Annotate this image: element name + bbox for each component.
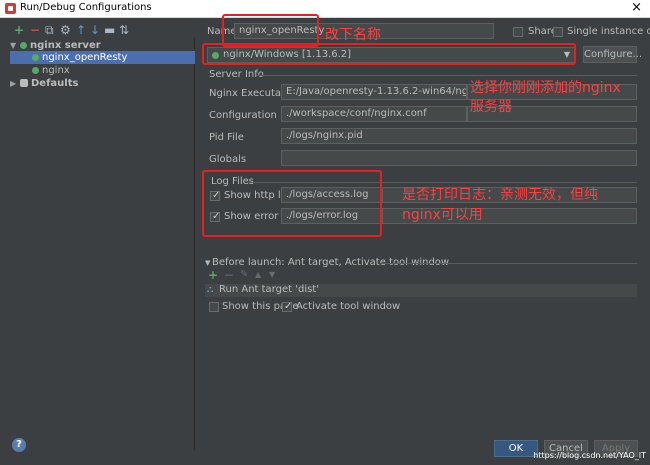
annotation-log-note-line1: 是否打印日志：亲测无效，但纯 xyxy=(402,187,598,203)
ant-target-icon: ⛬ xyxy=(207,285,214,295)
title-bar: Run/Debug Configurations × xyxy=(0,0,650,18)
annotation-log-note-line2: nginx可以用 xyxy=(402,207,483,223)
folder-icon[interactable]: ▬ xyxy=(104,24,115,36)
tree-item-defaults[interactable]: ▶ Defaults xyxy=(10,77,195,90)
pid-file-label: Pid File xyxy=(209,132,244,143)
show-this-page-checkbox[interactable] xyxy=(209,302,219,312)
run-config-icon xyxy=(32,54,39,61)
move-up-icon[interactable]: ↑ xyxy=(76,24,86,36)
sort-icon[interactable]: ⇅ xyxy=(119,24,129,36)
annotation-box-logs xyxy=(202,170,382,237)
share-checkbox[interactable] xyxy=(513,27,523,37)
annotation-select-server-line2: 服务器 xyxy=(470,99,512,115)
watermark: https://blog.csdn.net/YAO_IT xyxy=(533,451,646,460)
annotation-box-server xyxy=(202,43,576,65)
divider xyxy=(257,75,637,76)
single-instance-checkbox[interactable] xyxy=(553,27,563,37)
single-instance-label: Single instance only xyxy=(567,26,650,37)
globals-label: Globals xyxy=(209,154,247,165)
settings-icon[interactable]: ⚙ xyxy=(60,24,71,36)
remove-task-button[interactable]: − xyxy=(224,268,234,282)
help-button[interactable]: ? xyxy=(12,438,26,452)
add-task-button[interactable]: + xyxy=(208,268,218,282)
ok-button[interactable]: OK xyxy=(494,440,538,457)
run-config-icon xyxy=(32,67,39,74)
activate-tool-window-label: Activate tool window xyxy=(296,301,401,312)
pid-file-input[interactable]: ./logs/nginx.pid xyxy=(281,128,637,144)
collapse-arrow-icon[interactable]: ▶ xyxy=(10,77,20,90)
config-tree: ▼ nginx server nginx_openResty nginx ▶ Def… xyxy=(10,38,195,450)
annotation-rename: 改下名称 xyxy=(325,27,381,43)
before-launch-toggle-icon[interactable]: ▼ xyxy=(205,259,210,267)
remove-config-button[interactable]: − xyxy=(30,24,40,36)
server-info-header: Server Info xyxy=(209,69,264,80)
edit-task-icon[interactable]: ✎ xyxy=(240,269,248,280)
configure-button[interactable]: Configure... xyxy=(583,46,642,63)
tree-item-nginx-openresty[interactable]: nginx_openResty xyxy=(10,51,195,64)
nginx-server-icon xyxy=(20,42,27,49)
config-file-input[interactable]: ./workspace/conf/nginx.conf xyxy=(281,106,467,122)
activate-tool-window-checkbox[interactable] xyxy=(282,301,292,312)
task-up-icon[interactable]: ▲ xyxy=(255,270,261,279)
move-down-icon[interactable]: ↓ xyxy=(90,24,100,36)
task-down-icon[interactable]: ▼ xyxy=(269,270,275,279)
tree-item-nginx[interactable]: nginx xyxy=(10,64,195,77)
divider xyxy=(380,263,637,264)
annotation-select-server-line1: 选择你刚刚添加的nginx xyxy=(470,80,621,96)
globals-input[interactable] xyxy=(281,150,637,166)
window-title: Run/Debug Configurations xyxy=(20,2,152,13)
app-icon xyxy=(5,3,16,14)
executable-input[interactable]: E:/Java/openresty-1.13.6.2-win64/nginx.e… xyxy=(281,84,467,100)
window-close-button[interactable]: × xyxy=(631,0,642,15)
add-config-button[interactable]: + xyxy=(14,24,24,36)
copy-config-icon[interactable]: ⧉ xyxy=(45,24,54,36)
task-list-row[interactable]: ⛬ Run Ant target 'dist' xyxy=(205,284,637,297)
task-label: Run Ant target 'dist' xyxy=(219,284,319,295)
defaults-gear-icon xyxy=(20,79,28,87)
